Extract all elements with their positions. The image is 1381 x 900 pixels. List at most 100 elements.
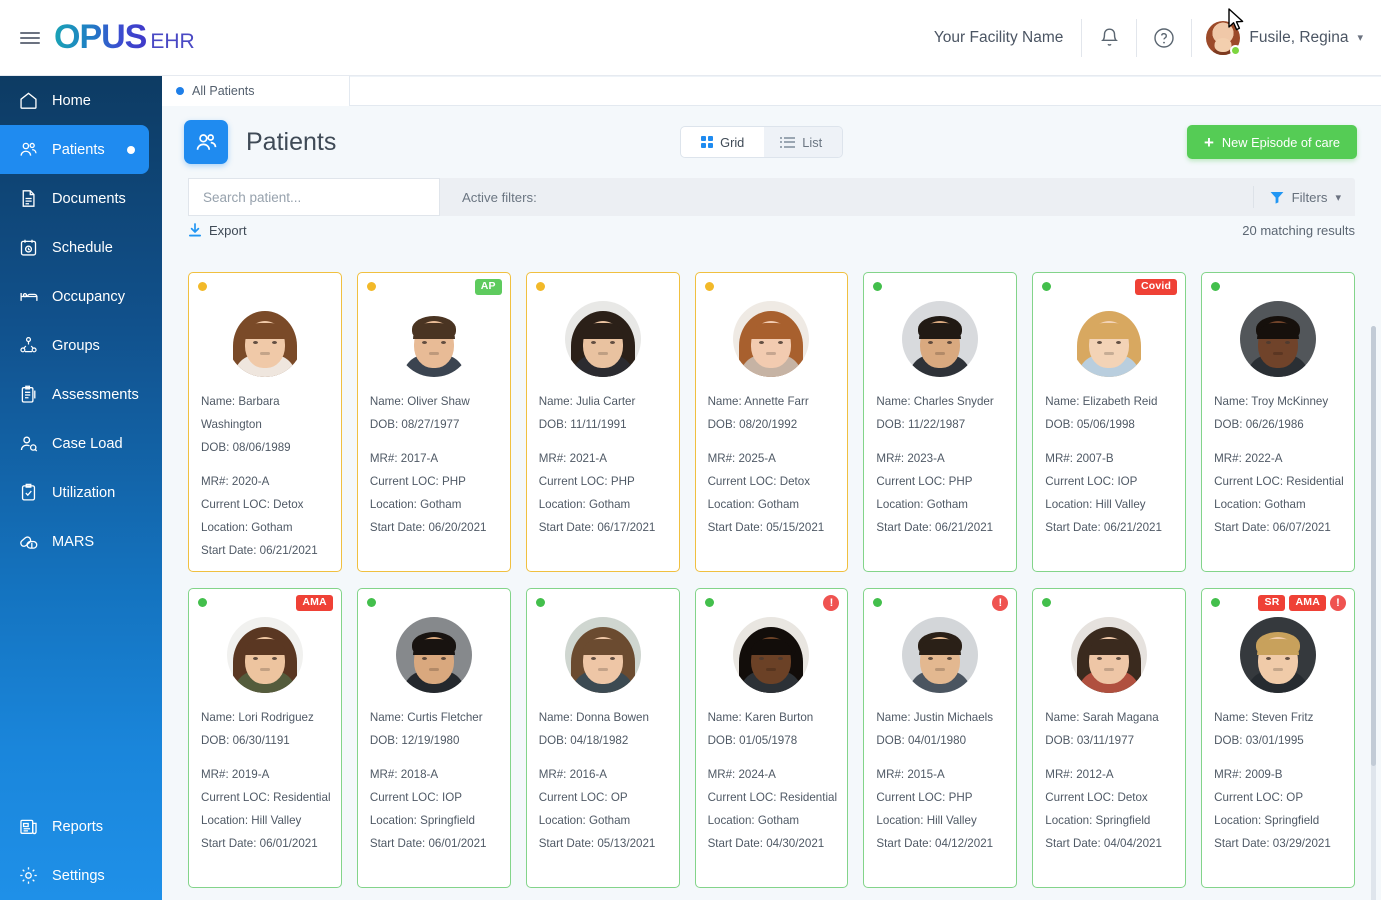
patient-start-date: Start Date: 06/01/2021	[370, 833, 500, 856]
patient-location: Location: Springfield	[1214, 810, 1344, 833]
patient-card[interactable]: CovidName: Elizabeth ReidDOB: 05/06/1998…	[1032, 272, 1186, 572]
alert-icon[interactable]: !	[1330, 595, 1346, 611]
sidebar-item-label: Reports	[52, 819, 103, 835]
alert-icon[interactable]: !	[992, 595, 1008, 611]
view-toggle-grid-label: Grid	[720, 135, 744, 150]
page-header: Patients Grid List + New Episode of care	[162, 106, 1381, 178]
funnel-filter-icon	[1270, 191, 1284, 204]
facility-name: Your Facility Name	[934, 29, 1082, 47]
sidebar-item-settings[interactable]: Settings	[0, 851, 162, 900]
search-box[interactable]	[188, 178, 440, 216]
patient-info: Name: Curtis FletcherDOB: 12/19/1980MR#:…	[368, 707, 500, 856]
patient-mr: MR#: 2007-B	[1045, 448, 1175, 471]
patient-name: Name: Steven Fritz	[1214, 707, 1344, 730]
patient-card[interactable]: Name: Annette FarrDOB: 08/20/1992MR#: 20…	[695, 272, 849, 572]
hamburger-menu-icon[interactable]	[20, 32, 40, 44]
notification-bell-icon[interactable]	[1082, 19, 1136, 57]
patient-card[interactable]: Name: Curtis FletcherDOB: 12/19/1980MR#:…	[357, 588, 511, 888]
patient-start-date: Start Date: 06/21/2021	[1045, 517, 1175, 540]
patient-card-scroll[interactable]: Name: Barbara WashingtonDOB: 08/06/1989M…	[162, 272, 1381, 900]
filters-button[interactable]: Filters ▾	[1253, 186, 1355, 208]
sidebar-item-home[interactable]: Home	[0, 76, 162, 125]
patient-card[interactable]: Name: Julia CarterDOB: 11/11/1991MR#: 20…	[526, 272, 680, 572]
chevron-down-icon: ▾	[1357, 31, 1363, 44]
patient-mr: MR#: 2018-A	[370, 764, 500, 787]
scrollbar-thumb[interactable]	[1371, 326, 1376, 766]
patient-name: Name: Donna Bowen	[539, 707, 669, 730]
patient-badges: !	[992, 595, 1008, 611]
sidebar-item-schedule[interactable]: Schedule	[0, 223, 162, 272]
view-toggle-list[interactable]: List	[764, 127, 842, 157]
patient-location: Location: Springfield	[1045, 810, 1175, 833]
patient-status-dot	[367, 282, 376, 291]
groups-icon	[18, 335, 44, 356]
sidebar-item-documents[interactable]: Documents	[0, 174, 162, 223]
patient-start-date: Start Date: 05/15/2021	[708, 517, 838, 540]
patient-photo	[396, 301, 472, 377]
patient-photo	[733, 617, 809, 693]
patient-card[interactable]: Name: Charles SnyderDOB: 11/22/1987MR#: …	[863, 272, 1017, 572]
sidebar-item-mars[interactable]: MARS	[0, 517, 162, 566]
occupancy-bed-icon	[18, 286, 44, 307]
patient-info: Name: Troy McKinneyDOB: 06/26/1986MR#: 2…	[1212, 391, 1344, 540]
patient-start-date: Start Date: 06/21/2021	[201, 540, 331, 563]
export-button[interactable]: Export	[188, 223, 247, 238]
patient-mr: MR#: 2022-A	[1214, 448, 1344, 471]
patient-name: Name: Charles Snyder	[876, 391, 1006, 414]
patient-info: Name: Steven FritzDOB: 03/01/1995MR#: 20…	[1212, 707, 1344, 856]
view-toggle: Grid List	[680, 126, 843, 158]
new-episode-of-care-button[interactable]: + New Episode of care	[1187, 125, 1357, 159]
patient-card[interactable]: Name: Barbara WashingtonDOB: 08/06/1989M…	[188, 272, 342, 572]
patient-photo	[396, 617, 472, 693]
list-icon	[784, 137, 795, 148]
patient-badges: AMA	[296, 595, 333, 611]
patient-name: Name: Barbara Washington	[201, 391, 331, 437]
tab-all-patients[interactable]: All Patients	[162, 76, 350, 106]
patient-location: Location: Gotham	[876, 494, 1006, 517]
patient-dob: DOB: 11/22/1987	[876, 414, 1006, 437]
patient-card[interactable]: !Name: Justin MichaelsDOB: 04/01/1980MR#…	[863, 588, 1017, 888]
sidebar-item-patients[interactable]: Patients	[0, 125, 149, 174]
patient-info: Name: Lori RodriguezDOB: 06/30/1191MR#: …	[199, 707, 331, 856]
patient-card[interactable]: SRAMA!Name: Steven FritzDOB: 03/01/1995M…	[1201, 588, 1355, 888]
sidebar-item-label: Patients	[52, 142, 105, 158]
sidebar-item-reports[interactable]: Reports	[0, 802, 162, 851]
patient-card[interactable]: ! Name: Karen BurtonDOB: 01/05/1978MR#: 2…	[695, 588, 849, 888]
patient-info: Name: Sarah MaganaDOB: 03/11/1977MR#: 20…	[1043, 707, 1175, 856]
user-menu[interactable]: Fusile, Regina ▾	[1192, 21, 1381, 55]
app-root: OPUS EHR Your Facility Name F	[0, 0, 1381, 900]
sidebar-item-label: Occupancy	[52, 289, 125, 305]
home-icon	[18, 90, 44, 111]
sidebar-item-case-load[interactable]: Case Load	[0, 419, 162, 468]
patient-status-dot	[1042, 598, 1051, 607]
patient-card[interactable]: Name: Troy McKinneyDOB: 06/26/1986MR#: 2…	[1201, 272, 1355, 572]
patient-photo	[227, 617, 303, 693]
patient-card[interactable]: Name: Donna BowenDOB: 04/18/1982MR#: 201…	[526, 588, 680, 888]
reports-icon	[18, 816, 44, 837]
help-question-icon[interactable]	[1137, 19, 1191, 57]
sidebar-item-assessments[interactable]: Assessments	[0, 370, 162, 419]
patient-info: Name: Karen BurtonDOB: 01/05/1978MR#: 20…	[706, 707, 838, 856]
patient-name: Name: Annette Farr	[708, 391, 838, 414]
patient-card[interactable]: Name: Sarah MaganaDOB: 03/11/1977MR#: 20…	[1032, 588, 1186, 888]
search-input[interactable]	[203, 190, 425, 205]
filter-bar-spacer	[537, 178, 1253, 216]
sidebar-item-occupancy[interactable]: Occupancy	[0, 272, 162, 321]
patient-loc: Current LOC: IOP	[370, 787, 500, 810]
sidebar-item-groups[interactable]: Groups	[0, 321, 162, 370]
patient-card[interactable]: APName: Oliver ShawDOB: 08/27/1977MR#: 2…	[357, 272, 511, 572]
patient-mr: MR#: 2015-A	[876, 764, 1006, 787]
patient-location: Location: Gotham	[708, 810, 838, 833]
patient-mr: MR#: 2024-A	[708, 764, 838, 787]
patient-mr: MR#: 2012-A	[1045, 764, 1175, 787]
patient-status-dot	[705, 282, 714, 291]
main-content: All Patients Patients Gri	[162, 76, 1381, 900]
patient-name: Name: Oliver Shaw	[370, 391, 500, 414]
patient-location: Location: Gotham	[539, 810, 669, 833]
tab-strip-filler	[350, 77, 1381, 106]
vertical-scrollbar[interactable]	[1371, 326, 1376, 900]
view-toggle-grid[interactable]: Grid	[681, 127, 764, 157]
patient-card[interactable]: AMA Name: Lori RodriguezDOB: 06/30/1191MR…	[188, 588, 342, 888]
sidebar-item-utilization[interactable]: Utilization	[0, 468, 162, 517]
alert-icon[interactable]: !	[823, 595, 839, 611]
